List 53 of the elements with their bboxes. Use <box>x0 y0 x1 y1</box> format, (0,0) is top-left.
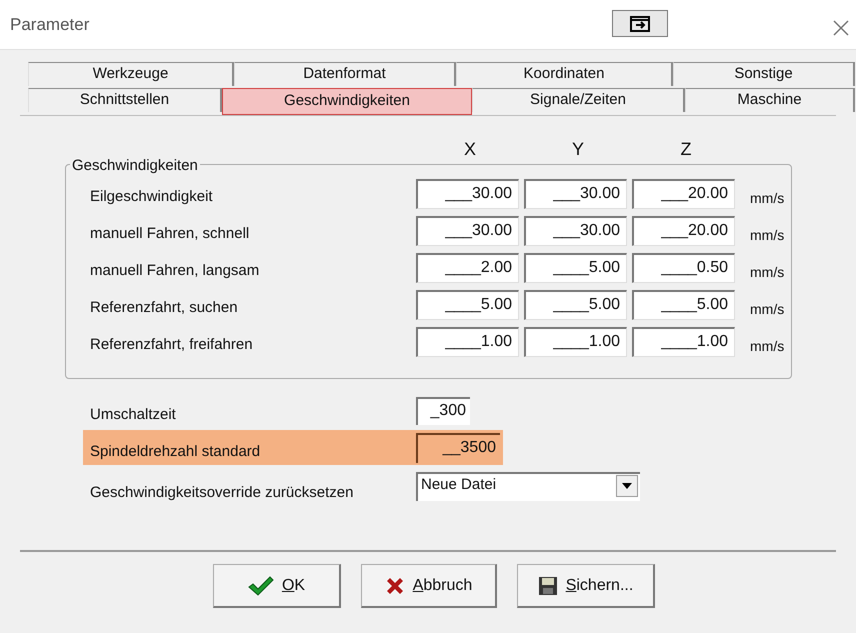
field-label: Spindeldrehzahl standard <box>90 442 262 462</box>
number-field[interactable]: ___20.00 <box>632 216 735 246</box>
number-field[interactable]: _300 <box>416 396 470 424</box>
number-field[interactable]: ___30.00 <box>416 216 519 246</box>
number-field[interactable]: ____5.00 <box>416 290 519 320</box>
number-field[interactable]: ___30.00 <box>524 216 627 246</box>
unit-label: mm/s <box>750 300 784 319</box>
axis-header: Y <box>570 138 585 161</box>
unit-label: mm/s <box>750 226 784 245</box>
save-button[interactable]: Sichern... <box>517 564 655 608</box>
axis-header: Z <box>680 138 692 161</box>
cross-icon <box>384 576 405 596</box>
caret-icon <box>622 483 632 489</box>
restore-button[interactable] <box>612 10 668 37</box>
number-field[interactable]: ____2.00 <box>416 252 519 282</box>
dropdown-button[interactable] <box>616 475 638 497</box>
number-field[interactable]: ___30.00 <box>524 178 627 208</box>
number-field[interactable]: ____1.00 <box>416 326 519 356</box>
field-label: Umschaltzeit <box>90 405 177 426</box>
unit-label: mm/s <box>750 189 784 208</box>
dropdown-value: Neue Datei <box>420 475 496 495</box>
axis-header: X <box>462 138 477 161</box>
number-field[interactable]: ____1.00 <box>524 326 627 356</box>
number-field[interactable]: ____1.00 <box>632 326 735 356</box>
number-field[interactable]: ____5.00 <box>524 290 627 320</box>
number-field[interactable]: ____5.00 <box>524 252 627 282</box>
dropdown[interactable]: Neue Datei <box>416 472 640 501</box>
window-title: Parameter <box>10 14 90 36</box>
field-label: manuell Fahren, schnell <box>90 224 250 244</box>
tab[interactable]: Koordinaten <box>456 62 673 86</box>
field-label: Eilgeschwindigkeit <box>90 187 214 208</box>
number-field[interactable]: ____0.50 <box>632 252 735 282</box>
tab[interactable]: Maschine <box>685 88 855 112</box>
tab[interactable]: Signale/Zeiten <box>472 88 685 112</box>
unit-label: mm/s <box>750 263 784 282</box>
number-field[interactable]: ____5.00 <box>632 290 735 320</box>
field-label: Geschwindigkeitsoverride zurücksetzen <box>90 483 354 504</box>
unit-label: mm/s <box>750 337 784 356</box>
tab[interactable]: Sonstige <box>673 62 855 86</box>
tab[interactable]: Werkzeuge <box>28 62 234 86</box>
checkmark-icon <box>248 576 274 596</box>
tab[interactable]: Datenformat <box>234 62 456 86</box>
field-label: manuell Fahren, langsam <box>90 261 260 282</box>
ok-button[interactable]: OK <box>213 564 341 608</box>
number-field[interactable]: __3500 <box>416 432 500 462</box>
number-field[interactable]: ___30.00 <box>416 178 519 208</box>
field-label: Referenzfahrt, freifahren <box>90 335 254 356</box>
close-icon[interactable] <box>833 20 849 36</box>
tab[interactable]: Geschwindigkeiten <box>222 88 472 115</box>
field-label: Referenzfahrt, suchen <box>90 298 239 318</box>
number-field[interactable]: ___20.00 <box>632 178 735 208</box>
tab[interactable]: Schnittstellen <box>28 88 222 112</box>
cancel-button[interactable]: Abbruch <box>361 564 497 608</box>
